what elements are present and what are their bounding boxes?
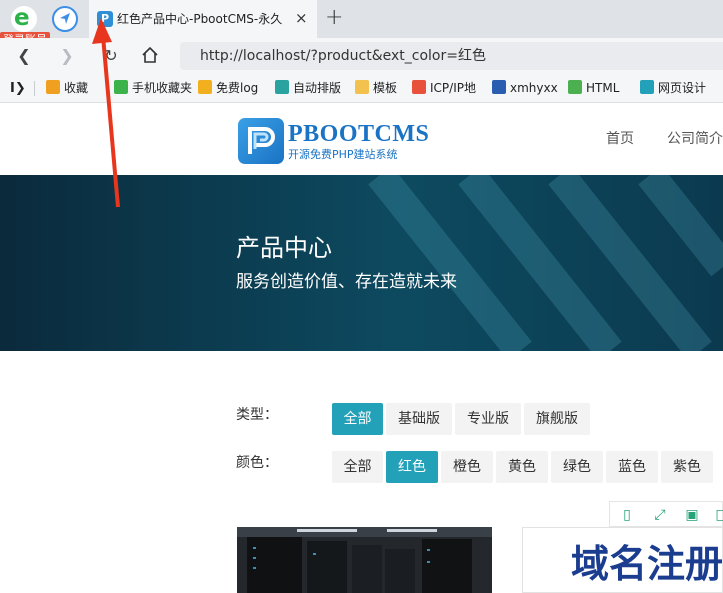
filter-chip[interactable]: 专业版 <box>455 403 521 435</box>
banner-pattern <box>368 175 723 351</box>
floating-toolbar: ▯ ⤢ ▣ □ <box>609 501 723 527</box>
bookmarks-divider <box>34 81 35 96</box>
server-room-image <box>237 527 492 593</box>
site-logo[interactable]: PBOOTCMS 开源免费PHP建站系统 <box>238 118 430 164</box>
filter-chip[interactable]: 绿色 <box>551 451 603 483</box>
filter-chip[interactable]: 紫色 <box>661 451 713 483</box>
xm-icon <box>492 80 506 94</box>
bookmark-label: 网页设计 <box>658 81 707 95</box>
forward-icon[interactable]: ❯ <box>57 46 77 66</box>
bookmark-item[interactable]: ICP/IP地 <box>412 80 476 97</box>
close-tab-icon[interactable]: × <box>295 9 308 27</box>
filter-color-label: 颜色： <box>236 455 278 471</box>
product-card-server[interactable] <box>237 527 492 593</box>
filter-chip[interactable]: 黄色 <box>496 451 548 483</box>
phone-icon <box>114 80 128 94</box>
banner-subtitle: 服务创造价值、存在造就未来 <box>236 272 457 292</box>
filter-chip[interactable]: 红色 <box>386 451 438 483</box>
navigation-arrow-icon[interactable] <box>52 6 78 32</box>
bookmark-label: xmhyxx <box>510 81 558 95</box>
puzzle-icon <box>275 80 289 94</box>
web-icon <box>640 80 654 94</box>
bookmark-item[interactable]: xmhyxx <box>492 80 558 97</box>
bookmark-item[interactable]: 模板 <box>355 80 397 97</box>
filter-chip[interactable]: 全部 <box>332 403 383 435</box>
filter-chip[interactable]: 基础版 <box>386 403 452 435</box>
bookmarks-bar: I❯ 收藏 手机收藏夹 免费log 自动排版 模板 ICP/IP地 xmhyxx HTML 网页… <box>0 74 723 103</box>
new-tab-button[interactable]: + <box>325 6 343 30</box>
bookmarks-collapse-icon[interactable]: I❯ <box>10 80 26 97</box>
back-icon[interactable]: ❮ <box>14 46 34 66</box>
browser-tab[interactable]: P 红色产品中心-PbootCMS-永久 × <box>89 0 317 38</box>
gear-icon <box>198 80 212 94</box>
bookmark-label: 收藏 <box>64 81 89 95</box>
bookmark-item[interactable]: 免费log <box>198 80 258 97</box>
bookmark-item[interactable]: 网页设计 <box>640 80 706 97</box>
more-icon[interactable]: □ <box>713 506 723 524</box>
bookmark-label: 免费log <box>216 81 259 95</box>
tab-bar: e P 红色产品中心-PbootCMS-永久 × + <box>0 0 723 38</box>
browser-window: e P 红色产品中心-PbootCMS-永久 × + 登录账号 ❮ ❯ ↻ ht… <box>0 0 723 593</box>
filter-chip[interactable]: 蓝色 <box>606 451 658 483</box>
bookmark-item[interactable]: 收藏 <box>46 80 88 97</box>
pbootcms-favicon-icon: P <box>97 11 113 27</box>
nav-item-about[interactable]: 公司简介 <box>667 130 723 148</box>
page-banner: 产品中心 服务创造价值、存在造就未来 <box>0 175 723 351</box>
browser-toolbar: ❮ ❯ ↻ http://localhost/?product&ext_colo… <box>0 38 723 74</box>
pbootcms-logo-icon <box>238 118 284 164</box>
fullscreen-icon[interactable]: ⤢ <box>651 506 669 524</box>
mobile-view-icon[interactable]: ▯ <box>618 506 636 524</box>
bookmark-label: 模板 <box>373 81 398 95</box>
bookmark-label: ICP/IP地 <box>430 81 476 95</box>
filter-type-label: 类型： <box>236 407 278 423</box>
domain-register-text: 域名注册 <box>571 542 723 586</box>
bookmark-item[interactable]: HTML <box>568 80 619 97</box>
icp-icon <box>412 80 426 94</box>
product-card-domain[interactable]: 域名注册 <box>522 527 723 593</box>
address-bar[interactable]: http://localhost/?product&ext_color=红色 <box>180 42 723 70</box>
bookmark-label: 自动排版 <box>293 81 342 95</box>
bookmark-label: 手机收藏夹 <box>132 81 193 95</box>
browser-logo-icon[interactable]: e <box>11 5 37 32</box>
bookmark-label: HTML <box>586 81 620 95</box>
html-icon <box>568 80 582 94</box>
filter-chip[interactable]: 全部 <box>332 451 383 483</box>
logo-tagline: 开源免费PHP建站系统 <box>288 148 398 161</box>
tab-title: 红色产品中心-PbootCMS-永久 <box>117 12 283 26</box>
folder-icon <box>355 80 369 94</box>
reload-icon[interactable]: ↻ <box>101 46 121 66</box>
address-url: http://localhost/?product&ext_color=红色 <box>200 48 486 64</box>
banner-title: 产品中心 <box>236 234 332 262</box>
bookmark-item[interactable]: 手机收藏夹 <box>114 80 192 97</box>
save-icon[interactable]: ▣ <box>683 506 701 524</box>
nav-item-home[interactable]: 首页 <box>606 130 634 148</box>
home-icon[interactable] <box>140 46 160 66</box>
logo-text: PBOOTCMS <box>288 121 430 147</box>
bookmark-item[interactable]: 自动排版 <box>275 80 341 97</box>
filter-chip[interactable]: 橙色 <box>441 451 493 483</box>
filter-chip[interactable]: 旗舰版 <box>524 403 590 435</box>
star-icon <box>46 80 60 94</box>
site-header: PBOOTCMS 开源免费PHP建站系统 首页 公司简介 <box>0 104 723 175</box>
